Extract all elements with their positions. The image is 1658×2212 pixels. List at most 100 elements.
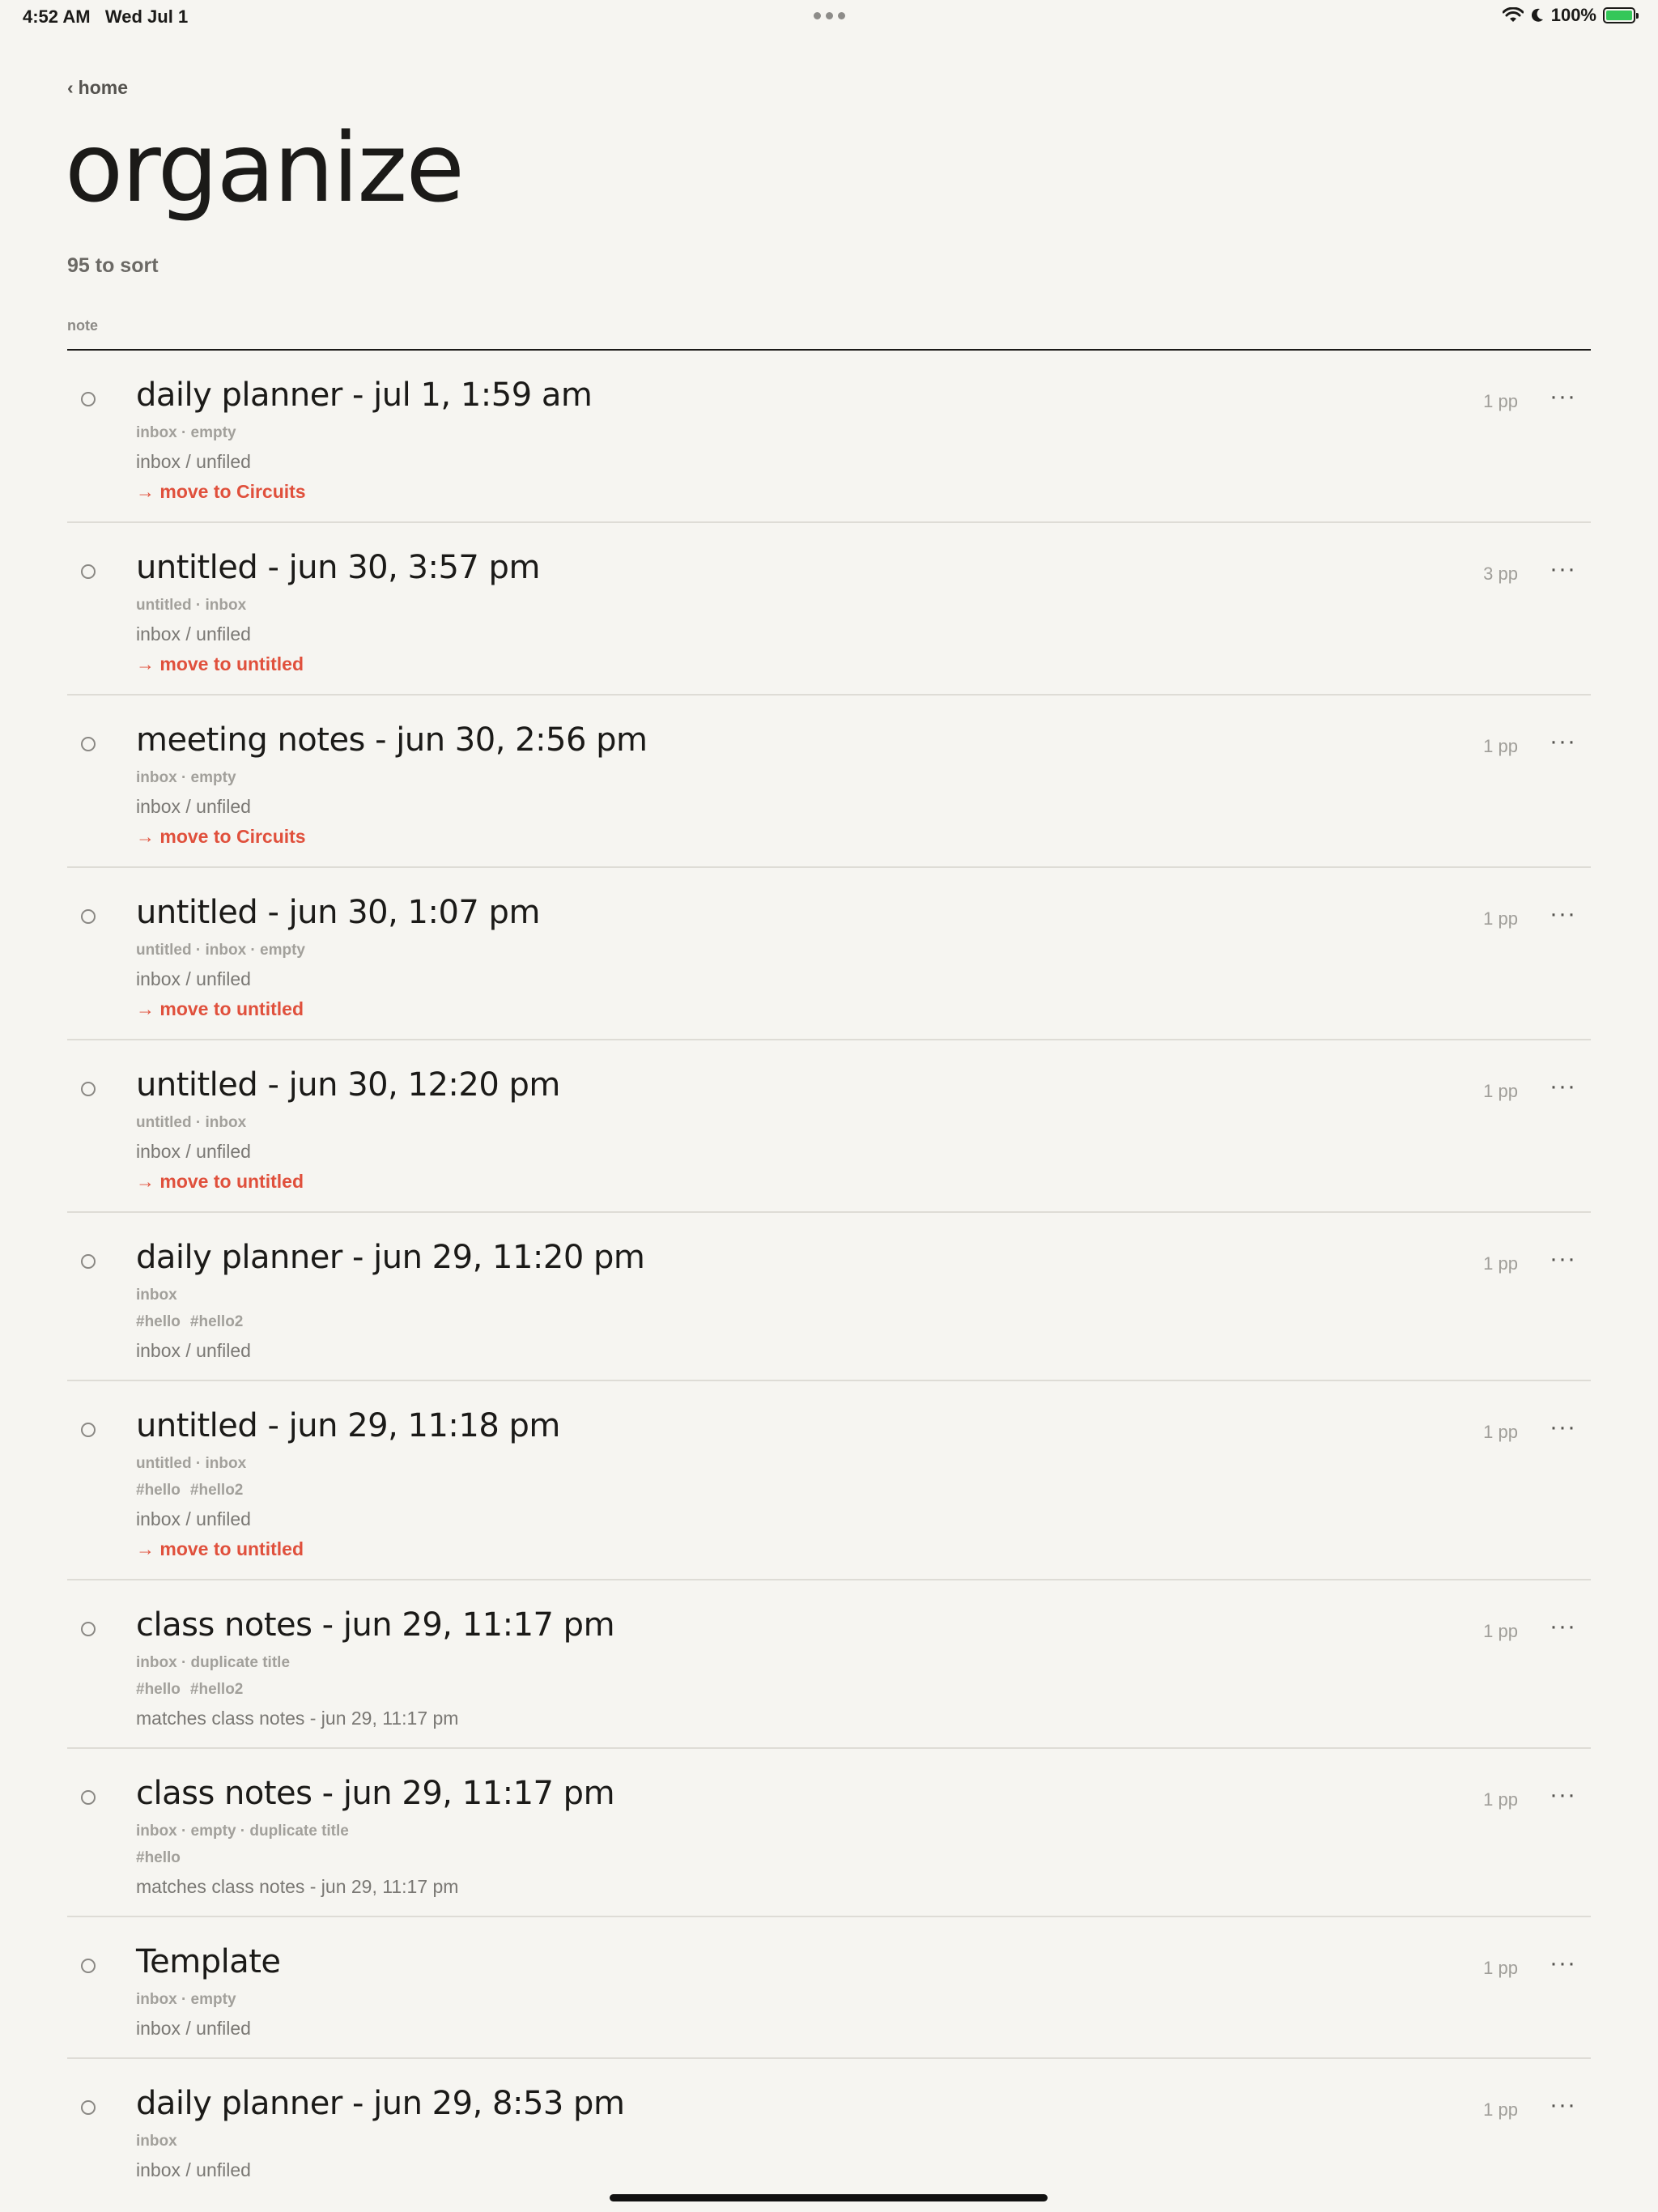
move-suggestion-label: move to untitled xyxy=(159,653,304,674)
more-options-icon[interactable]: ··· xyxy=(1550,1247,1576,1271)
note-location: inbox / unfiled xyxy=(136,968,251,989)
move-suggestion-link[interactable]: → move to untitled xyxy=(136,1171,304,1193)
note-location: inbox / unfiled xyxy=(136,2018,251,2039)
more-options-icon[interactable]: ··· xyxy=(1550,2093,1576,2117)
battery-percent: 100% xyxy=(1550,5,1596,25)
note-location: inbox / unfiled xyxy=(136,2159,251,2180)
tag[interactable]: #hello xyxy=(136,1849,181,1866)
sort-count: 95 to sort xyxy=(67,254,159,277)
page-count: 1 pp xyxy=(1483,908,1518,929)
page-count: 1 pp xyxy=(1483,391,1518,411)
move-suggestion-label: move to untitled xyxy=(159,998,304,1019)
chevron-left-icon: ‹ xyxy=(67,77,74,98)
note-row[interactable]: daily planner - jun 29, 11:20 pm 1 pp ··… xyxy=(67,1213,1591,1381)
note-location: inbox / unfiled xyxy=(136,451,251,472)
moon-icon xyxy=(1531,8,1543,22)
note-row[interactable]: untitled - jun 30, 3:57 pm 3 pp ··· unti… xyxy=(67,523,1591,696)
arrow-right-icon: → xyxy=(136,481,155,502)
tag[interactable]: #hello2 xyxy=(190,1313,243,1330)
notes-list: daily planner - jul 1, 1:59 am 1 pp ··· … xyxy=(67,351,1591,2201)
select-radio[interactable] xyxy=(81,1423,96,1437)
note-row[interactable]: daily planner - jun 29, 8:53 pm 1 pp ···… xyxy=(67,2059,1591,2201)
note-tags: #hello #hello2 xyxy=(136,1681,243,1699)
move-suggestion-link[interactable]: → move to untitled xyxy=(136,1538,304,1560)
page-count: 1 pp xyxy=(1483,1621,1518,1641)
tag[interactable]: #hello2 xyxy=(190,1482,243,1499)
note-location: inbox / unfiled xyxy=(136,1508,251,1529)
select-radio[interactable] xyxy=(81,392,96,406)
note-row[interactable]: daily planner - jul 1, 1:59 am 1 pp ··· … xyxy=(67,351,1591,523)
select-radio[interactable] xyxy=(81,1622,96,1636)
note-title: meeting notes - jun 30, 2:56 pm xyxy=(136,721,648,759)
note-meta: untitled · inbox xyxy=(136,1455,247,1472)
select-radio[interactable] xyxy=(81,564,96,579)
more-options-icon[interactable]: ··· xyxy=(1550,902,1576,926)
select-radio[interactable] xyxy=(81,1254,96,1269)
move-suggestion-link[interactable]: → move to untitled xyxy=(136,998,304,1020)
note-meta: inbox xyxy=(136,1287,177,1304)
more-options-icon[interactable]: ··· xyxy=(1550,385,1576,409)
status-bar: 4:52 AM Wed Jul 1 100% xyxy=(0,0,1658,36)
more-options-icon[interactable]: ··· xyxy=(1550,1415,1576,1440)
note-location: inbox / unfiled xyxy=(136,1141,251,1162)
page-count: 1 pp xyxy=(1483,1081,1518,1101)
select-radio[interactable] xyxy=(81,1790,96,1805)
move-suggestion-link[interactable]: → move to Circuits xyxy=(136,481,306,503)
move-suggestion-label: move to Circuits xyxy=(159,481,306,502)
status-indicators: 100% xyxy=(1502,5,1639,26)
move-suggestion-link[interactable]: → move to untitled xyxy=(136,653,304,675)
note-location: inbox / unfiled xyxy=(136,1340,251,1361)
arrow-right-icon: → xyxy=(136,653,155,674)
note-title: untitled - jun 30, 3:57 pm xyxy=(136,549,540,586)
note-row[interactable]: class notes - jun 29, 11:17 pm 1 pp ··· … xyxy=(67,1580,1591,1749)
page-count: 1 pp xyxy=(1483,736,1518,756)
column-header-note: note xyxy=(67,317,98,334)
note-row[interactable]: meeting notes - jun 30, 2:56 pm 1 pp ···… xyxy=(67,696,1591,868)
note-row[interactable]: class notes - jun 29, 11:17 pm 1 pp ··· … xyxy=(67,1749,1591,1917)
tag[interactable]: #hello xyxy=(136,1482,181,1499)
select-radio[interactable] xyxy=(81,2100,96,2115)
select-radio[interactable] xyxy=(81,1959,96,1973)
home-indicator[interactable] xyxy=(610,2194,1048,2201)
battery-icon xyxy=(1603,7,1639,23)
status-time: 4:52 AM Wed Jul 1 xyxy=(23,6,188,28)
status-date: Wed Jul 1 xyxy=(104,6,189,27)
select-radio[interactable] xyxy=(81,1082,96,1096)
note-meta: inbox · empty xyxy=(136,769,236,786)
tag[interactable]: #hello xyxy=(136,1313,181,1330)
note-title: Template xyxy=(136,1943,281,1980)
note-row[interactable]: untitled - jun 29, 11:18 pm 1 pp ··· unt… xyxy=(67,1381,1591,1580)
multitasking-dots-icon[interactable] xyxy=(814,12,845,19)
tag[interactable]: #hello2 xyxy=(190,1681,243,1698)
note-meta: inbox · empty xyxy=(136,424,236,441)
page-count: 1 pp xyxy=(1483,1789,1518,1810)
note-meta: inbox · empty xyxy=(136,1991,236,2008)
note-row[interactable]: untitled - jun 30, 1:07 pm 1 pp ··· unti… xyxy=(67,868,1591,1040)
page-count: 1 pp xyxy=(1483,1422,1518,1442)
more-options-icon[interactable]: ··· xyxy=(1550,557,1576,581)
note-tags: #hello #hello2 xyxy=(136,1482,243,1499)
note-meta: inbox xyxy=(136,2133,177,2150)
more-options-icon[interactable]: ··· xyxy=(1550,1951,1576,1976)
move-suggestion-label: move to untitled xyxy=(159,1171,304,1192)
note-meta: inbox · duplicate title xyxy=(136,1654,291,1671)
tag[interactable]: #hello xyxy=(136,1681,181,1698)
more-options-icon[interactable]: ··· xyxy=(1550,1614,1576,1639)
note-meta: untitled · inbox xyxy=(136,597,247,614)
status-time-value: 4:52 AM xyxy=(23,6,91,27)
select-radio[interactable] xyxy=(81,909,96,924)
back-button[interactable]: ‹ home xyxy=(67,77,128,99)
note-meta: untitled · inbox xyxy=(136,1114,247,1131)
more-options-icon[interactable]: ··· xyxy=(1550,1783,1576,1807)
note-title: daily planner - jun 29, 8:53 pm xyxy=(136,2085,625,2122)
page-count: 1 pp xyxy=(1483,1958,1518,1978)
arrow-right-icon: → xyxy=(136,1171,155,1192)
more-options-icon[interactable]: ··· xyxy=(1550,730,1576,754)
note-row[interactable]: Template 1 pp ··· inbox · empty inbox / … xyxy=(67,1917,1591,2059)
more-options-icon[interactable]: ··· xyxy=(1550,1074,1576,1099)
note-row[interactable]: untitled - jun 30, 12:20 pm 1 pp ··· unt… xyxy=(67,1040,1591,1213)
note-location: inbox / unfiled xyxy=(136,796,251,817)
page-count: 1 pp xyxy=(1483,2099,1518,2120)
select-radio[interactable] xyxy=(81,737,96,751)
move-suggestion-link[interactable]: → move to Circuits xyxy=(136,826,306,848)
